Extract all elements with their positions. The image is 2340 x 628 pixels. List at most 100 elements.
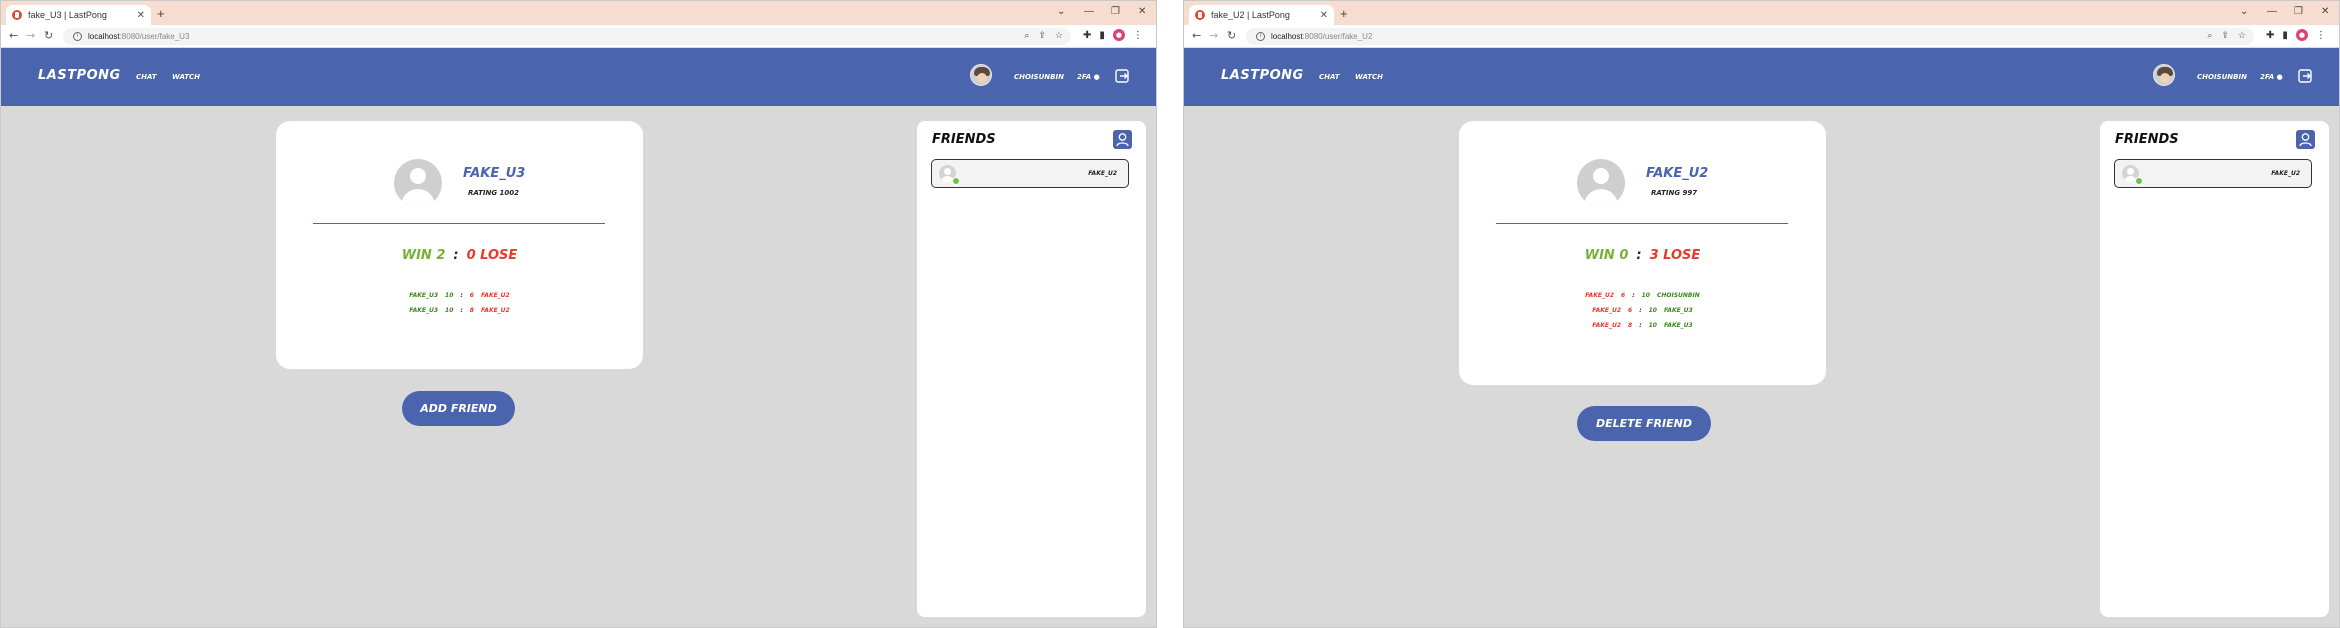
player-two-score: 8 [469, 307, 474, 314]
friends-panel: FRIENDS FAKE_U2 [917, 121, 1146, 617]
twofa-toggle[interactable]: 2FA ● [1077, 73, 1100, 81]
player-one: FAKE_U2 [1592, 307, 1622, 314]
friend-list-item[interactable]: FAKE_U2 [2114, 159, 2312, 188]
player-two: CHOISUNBIN [1656, 292, 1700, 299]
tab-search-icon[interactable]: ⌄ [2240, 6, 2248, 17]
close-tab-icon[interactable]: ✕ [137, 10, 145, 21]
user-avatar[interactable] [2153, 64, 2175, 86]
forward-icon[interactable]: → [1209, 29, 1218, 42]
record-separator: : [453, 248, 459, 263]
score-separator: : [1639, 307, 1642, 314]
win-count: WIN 0 [1584, 248, 1629, 263]
zoom-icon[interactable]: ⌕ [2207, 30, 2212, 41]
nav-chat-link[interactable]: CHAT [1319, 73, 1340, 81]
logout-icon[interactable] [1115, 69, 1129, 83]
nav-chat-link[interactable]: CHAT [136, 73, 157, 81]
nav-watch-link[interactable]: WATCH [1355, 73, 1383, 81]
close-tab-icon[interactable]: ✕ [1320, 10, 1328, 21]
profile-avatar-icon[interactable]: ● [1112, 29, 1125, 41]
player-two-score: 6 [469, 292, 474, 299]
player-one-score: 10 [445, 307, 454, 314]
app-navbar: LASTPONG CHAT WATCH CHOISUNBIN 2FA ● [1, 48, 1156, 106]
profile-name: FAKE_U2 [1646, 166, 1709, 181]
side-panel-icon[interactable]: ▮ [2282, 30, 2288, 41]
friends-panel: FRIENDS FAKE_U2 [2100, 121, 2329, 617]
new-tab-icon[interactable]: + [157, 6, 165, 21]
browser-tab[interactable]: fake_U2 | LastPong ✕ [1189, 5, 1334, 25]
url-path: :8080/user/fake_U3 [119, 32, 190, 41]
nav-watch-link[interactable]: WATCH [172, 73, 200, 81]
player-one-score: 6 [1628, 307, 1633, 314]
twofa-status-dot-icon: ● [1093, 73, 1100, 81]
player-one: FAKE_U2 [1592, 322, 1622, 329]
profile-card: FAKE_U2 RATING 997 WIN 0:3 LOSE FAKE_U2 … [1459, 121, 1826, 385]
friend-list-item[interactable]: FAKE_U2 [931, 159, 1129, 188]
add-friend-user-icon[interactable] [1113, 130, 1132, 149]
address-bar-row: ← → ↻ i localhost:8080/user/fake_U3 ⌕ ⇪ … [1, 25, 1156, 48]
match-history: FAKE_U3 10 : 6 FAKE_U2 FAKE_U3 10 : 8 FA… [276, 288, 643, 318]
new-tab-icon[interactable]: + [1340, 6, 1348, 21]
delete-friend-button[interactable]: DELETE FRIEND [1577, 406, 1711, 441]
share-icon[interactable]: ⇪ [2221, 30, 2229, 41]
user-avatar[interactable] [970, 64, 992, 86]
player-one: FAKE_U2 [1585, 292, 1614, 299]
lose-count: 3 LOSE [1649, 248, 1701, 263]
profile-avatar [394, 159, 442, 207]
minimize-icon[interactable]: — [2267, 6, 2277, 17]
player-one-score: 6 [1621, 292, 1626, 299]
extensions-puzzle-icon[interactable]: ✚ [2266, 30, 2274, 41]
side-panel-icon[interactable]: ▮ [1099, 30, 1105, 41]
share-icon[interactable]: ⇪ [1038, 30, 1046, 41]
player-one-score: 8 [1628, 322, 1633, 329]
restore-icon[interactable]: ❐ [2294, 6, 2303, 17]
bookmark-star-icon[interactable]: ☆ [2238, 30, 2246, 41]
add-friend-user-icon[interactable] [2296, 130, 2315, 149]
player-one: FAKE_U3 [409, 307, 439, 314]
nav-username[interactable]: CHOISUNBIN [1014, 73, 1064, 81]
profile-avatar-icon[interactable]: ● [2295, 29, 2308, 41]
reload-icon[interactable]: ↻ [1227, 29, 1236, 42]
lose-count: 0 LOSE [466, 248, 518, 263]
score-separator: : [1632, 292, 1635, 299]
url-field[interactable]: i localhost:8080/user/fake_U3 ⌕ ⇪ ☆ [63, 28, 1071, 45]
player-two: FAKE_U3 [1663, 307, 1693, 314]
tab-search-icon[interactable]: ⌄ [1057, 6, 1065, 17]
lastpong-favicon-icon [12, 10, 22, 20]
tab-title: fake_U3 | LastPong [28, 10, 107, 20]
twofa-toggle[interactable]: 2FA ● [2260, 73, 2283, 81]
friend-name: FAKE_U2 [1088, 170, 1117, 177]
extensions-puzzle-icon[interactable]: ✚ [1083, 30, 1091, 41]
divider [313, 223, 605, 224]
online-status-icon [952, 177, 960, 185]
app-navbar: LASTPONG CHAT WATCH CHOISUNBIN 2FA ● [1184, 48, 2339, 106]
restore-icon[interactable]: ❐ [1111, 6, 1120, 17]
profile-name: FAKE_U3 [463, 166, 526, 181]
site-info-icon[interactable]: i [73, 32, 82, 41]
back-icon[interactable]: ← [1192, 29, 1201, 42]
app-logo[interactable]: LASTPONG [38, 68, 121, 83]
close-window-icon[interactable]: ✕ [1138, 6, 1146, 17]
app-logo[interactable]: LASTPONG [1221, 68, 1304, 83]
back-icon[interactable]: ← [9, 29, 18, 42]
close-window-icon[interactable]: ✕ [2321, 6, 2329, 17]
url-host: localhost [88, 32, 120, 41]
browser-tab[interactable]: fake_U3 | LastPong ✕ [6, 5, 151, 25]
logout-icon[interactable] [2298, 69, 2312, 83]
nav-username[interactable]: CHOISUNBIN [2197, 73, 2247, 81]
minimize-icon[interactable]: — [1084, 6, 1094, 17]
forward-icon[interactable]: → [26, 29, 35, 42]
browser-menu-icon[interactable]: ⋮ [1133, 30, 1143, 41]
match-history: FAKE_U2 6 : 10 CHOISUNBIN FAKE_U2 6 : 10… [1459, 288, 1826, 333]
url-field[interactable]: i localhost:8080/user/fake_U2 ⌕ ⇪ ☆ [1246, 28, 2254, 45]
player-two: FAKE_U3 [1663, 322, 1693, 329]
site-info-icon[interactable]: i [1256, 32, 1265, 41]
twofa-label: 2FA [1077, 73, 1092, 81]
browser-window-right: fake_U2 | LastPong ✕ + ⌄ — ❐ ✕ ← → ↻ i l… [1183, 0, 2340, 628]
reload-icon[interactable]: ↻ [44, 29, 53, 42]
add-friend-button[interactable]: ADD FRIEND [402, 391, 515, 426]
bookmark-star-icon[interactable]: ☆ [1055, 30, 1063, 41]
win-lose-record: WIN 0:3 LOSE [1459, 248, 1826, 263]
browser-menu-icon[interactable]: ⋮ [2316, 30, 2326, 41]
profile-rating: RATING 997 [1651, 189, 1698, 197]
zoom-icon[interactable]: ⌕ [1024, 30, 1029, 41]
